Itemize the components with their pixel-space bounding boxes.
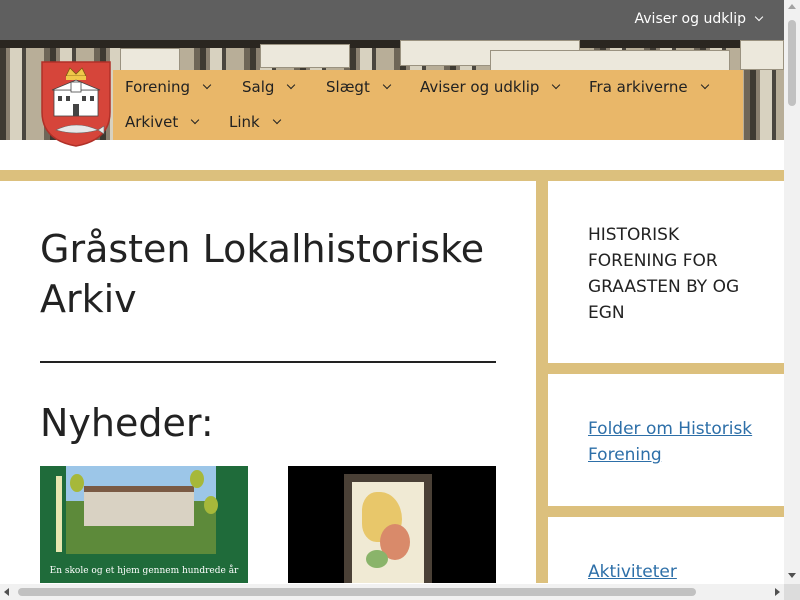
- school-building: [84, 486, 194, 526]
- book-cover-border: [56, 476, 62, 552]
- vertical-scrollbar[interactable]: [784, 0, 800, 584]
- nav-item-label: Slægt: [326, 78, 370, 96]
- page-title: Gråsten Lokalhistoriske Arkiv: [40, 227, 485, 321]
- sidebar-link-folder[interactable]: Folder om Historisk Forening: [588, 416, 768, 468]
- nav-item-link[interactable]: Link: [229, 113, 281, 131]
- chevron-down-icon: [754, 12, 764, 22]
- coat-of-arms-logo[interactable]: [40, 60, 112, 148]
- top-bar: Aviser og udklip: [0, 0, 784, 40]
- nav-item-fra-arkiverne[interactable]: Fra arkiverne: [589, 78, 709, 96]
- news-item-thumbnail[interactable]: [288, 466, 496, 583]
- nav-item-label: Link: [229, 113, 260, 131]
- chevron-down-icon: [382, 80, 392, 90]
- nav-item-arkivet[interactable]: Arkivet: [125, 113, 200, 131]
- scrollbar-corner: [784, 584, 800, 600]
- archive-box: [740, 40, 784, 70]
- sidebar-heading: HISTORISK FORENING FOR GRAASTEN BY OG EG…: [588, 225, 740, 323]
- horizontal-scroll-thumb[interactable]: [18, 588, 696, 596]
- horizontal-scrollbar[interactable]: [0, 584, 784, 600]
- title-divider: [40, 361, 496, 363]
- topbar-menu-aviser[interactable]: Aviser og udklip: [634, 11, 764, 27]
- chevron-down-icon: [191, 115, 200, 125]
- topbar-menu-label: Aviser og udklip: [634, 11, 746, 27]
- nav-item-label: Salg: [242, 78, 275, 96]
- book-cover-caption: En skole og et hjem gennem hundrede år: [49, 566, 239, 576]
- chevron-down-icon: [202, 80, 212, 90]
- nav-item-salg[interactable]: Salg: [242, 78, 296, 96]
- widget-separator: [548, 506, 784, 517]
- nav-item-label: Aviser og udklip: [420, 78, 540, 96]
- vertical-scroll-thumb[interactable]: [788, 20, 796, 106]
- chevron-down-icon: [272, 115, 281, 125]
- main-navigation: Forening Salg Slægt Aviser og udklip Fra…: [113, 70, 743, 140]
- nav-item-aviser-og-udklip[interactable]: Aviser og udklip: [420, 78, 561, 96]
- nav-item-label: Fra arkiverne: [589, 78, 688, 96]
- scroll-down-arrow-icon[interactable]: [788, 573, 796, 578]
- news-item-thumbnail[interactable]: En skole og et hjem gennem hundrede år: [40, 466, 248, 583]
- content-top-border: [0, 170, 784, 181]
- scroll-up-arrow-icon[interactable]: [788, 4, 796, 9]
- chevron-down-icon: [287, 80, 296, 90]
- archive-box: [490, 50, 730, 72]
- nav-item-slaegt[interactable]: Slægt: [326, 78, 392, 96]
- shelf: [0, 40, 784, 48]
- nav-item-label: Forening: [125, 78, 191, 96]
- news-heading: Nyheder:: [40, 401, 214, 445]
- nav-item-label: Arkivet: [125, 113, 179, 131]
- nav-item-forening[interactable]: Forening: [125, 78, 212, 96]
- archive-box: [260, 44, 350, 68]
- map-region: [366, 550, 388, 568]
- pear-decoration: [190, 470, 204, 488]
- chevron-down-icon: [552, 80, 561, 90]
- pear-decoration: [204, 496, 218, 514]
- scroll-right-arrow-icon[interactable]: [775, 588, 780, 596]
- widget-separator: [548, 363, 784, 374]
- pear-decoration: [70, 474, 84, 492]
- scroll-left-arrow-icon[interactable]: [4, 588, 9, 596]
- sidebar-link-aktiviteter[interactable]: Aktiviteter: [588, 559, 768, 585]
- sidebar-separator: [536, 181, 548, 583]
- chevron-down-icon: [700, 80, 709, 90]
